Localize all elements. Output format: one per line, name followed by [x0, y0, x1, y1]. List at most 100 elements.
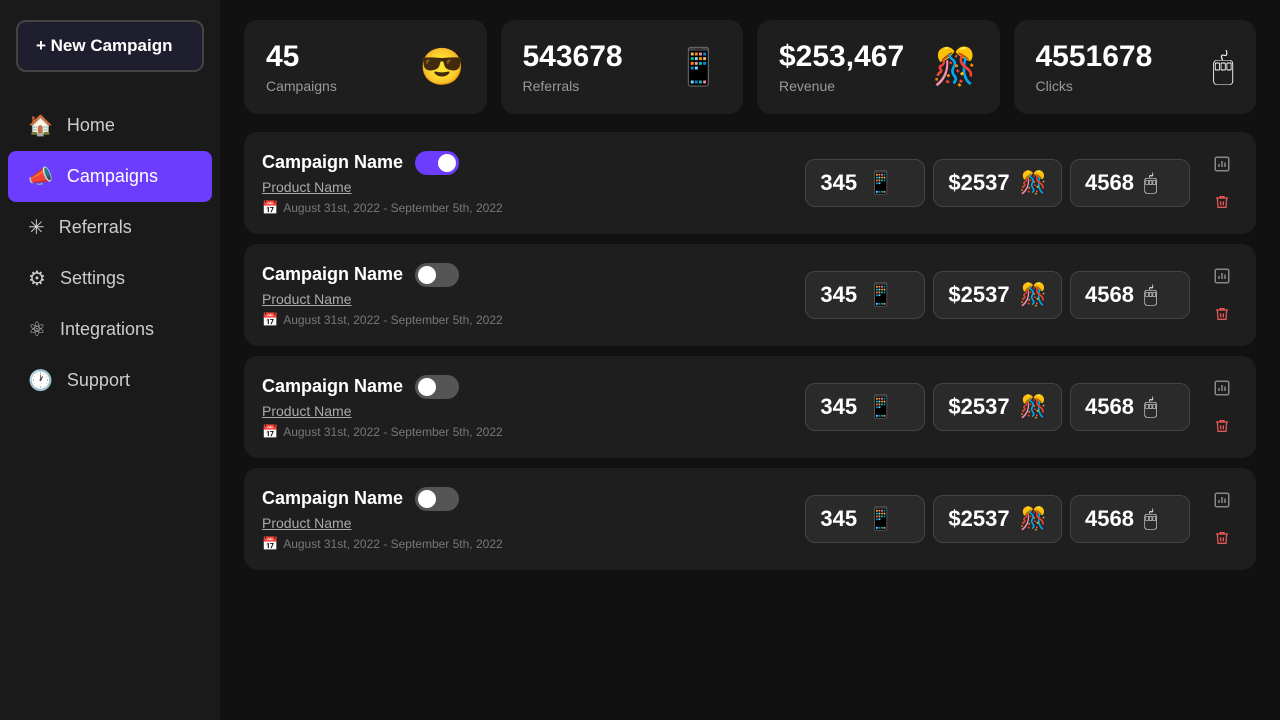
campaign-date-text: August 31st, 2022 - September 5th, 2022 [283, 313, 502, 327]
referrals-value: 345 [820, 394, 857, 420]
campaign-name: Campaign Name [262, 376, 403, 397]
view-report-button[interactable] [1206, 260, 1238, 292]
clicks-badge: 4568 🖱 [1070, 495, 1190, 543]
calendar-icon: 📅 [262, 312, 278, 328]
campaigns-icon: 📣 [28, 164, 53, 189]
campaign-card-3: Campaign Name Product Name 📅 August 31st… [244, 468, 1256, 570]
referrals-value: 345 [820, 282, 857, 308]
stat-icon: 📱 [676, 46, 721, 88]
stats-row: 45 Campaigns 😎 543678 Referrals 📱 $253,4… [244, 20, 1256, 114]
referrals-value: 345 [820, 170, 857, 196]
referrals-badge: 345 📱 [805, 271, 925, 319]
sidebar-item-label: Campaigns [67, 166, 158, 187]
campaign-name-row: Campaign Name [262, 487, 795, 511]
revenue-icon: 🎊 [1020, 394, 1047, 420]
clicks-value: 4568 [1085, 506, 1134, 532]
calendar-icon: 📅 [262, 536, 278, 552]
campaign-name-row: Campaign Name [262, 263, 795, 287]
revenue-badge: $2537 🎊 [933, 159, 1062, 207]
sidebar-item-integrations[interactable]: ⚛ Integrations [8, 304, 212, 355]
revenue-value: $2537 [948, 394, 1009, 420]
campaign-toggle[interactable] [415, 151, 459, 175]
campaign-toggle[interactable] [415, 375, 459, 399]
referrals-icon: 📱 [867, 170, 894, 196]
campaign-product[interactable]: Product Name [262, 291, 795, 307]
revenue-value: $2537 [948, 506, 1009, 532]
clicks-value: 4568 [1085, 394, 1134, 420]
new-campaign-button[interactable]: + New Campaign [16, 20, 204, 72]
campaign-toggle[interactable] [415, 263, 459, 287]
view-report-button[interactable] [1206, 484, 1238, 516]
clicks-icon: 🖱 [1144, 506, 1157, 532]
campaign-name: Campaign Name [262, 264, 403, 285]
delete-campaign-button[interactable] [1206, 186, 1238, 218]
sidebar-item-home[interactable]: 🏠 Home [8, 100, 212, 151]
campaign-info: Campaign Name Product Name 📅 August 31st… [262, 151, 795, 216]
delete-campaign-button[interactable] [1206, 410, 1238, 442]
clicks-badge: 4568 🖱 [1070, 383, 1190, 431]
referrals-icon: ✳ [28, 215, 45, 240]
toggle-knob [438, 154, 456, 172]
action-buttons [1206, 484, 1238, 554]
revenue-icon: 🎊 [1020, 282, 1047, 308]
toggle-knob [418, 378, 436, 396]
stat-value: 543678 [523, 40, 623, 74]
campaign-date: 📅 August 31st, 2022 - September 5th, 202… [262, 200, 795, 216]
campaign-date: 📅 August 31st, 2022 - September 5th, 202… [262, 536, 795, 552]
home-icon: 🏠 [28, 113, 53, 138]
revenue-badge: $2537 🎊 [933, 271, 1062, 319]
metrics-group: 345 📱 $2537 🎊 4568 🖱 [805, 383, 1190, 431]
campaign-product[interactable]: Product Name [262, 515, 795, 531]
toggle-knob [418, 266, 436, 284]
referrals-badge: 345 📱 [805, 383, 925, 431]
stat-info: $253,467 Revenue [779, 40, 904, 94]
campaign-card-2: Campaign Name Product Name 📅 August 31st… [244, 356, 1256, 458]
action-buttons [1206, 148, 1238, 218]
referrals-icon: 📱 [867, 506, 894, 532]
stat-card-3: 4551678 Clicks 🖱 [1014, 20, 1257, 114]
sidebar-item-referrals[interactable]: ✳ Referrals [8, 202, 212, 253]
campaign-date: 📅 August 31st, 2022 - September 5th, 202… [262, 312, 795, 328]
campaign-name: Campaign Name [262, 488, 403, 509]
stat-card-2: $253,467 Revenue 🎊 [757, 20, 1000, 114]
sidebar-item-label: Referrals [59, 217, 132, 238]
stat-info: 45 Campaigns [266, 40, 337, 94]
metrics-group: 345 📱 $2537 🎊 4568 🖱 [805, 159, 1190, 207]
campaign-info: Campaign Name Product Name 📅 August 31st… [262, 375, 795, 440]
clicks-icon: 🖱 [1144, 170, 1157, 196]
sidebar-item-settings[interactable]: ⚙ Settings [8, 253, 212, 304]
campaign-info: Campaign Name Product Name 📅 August 31st… [262, 487, 795, 552]
campaign-product[interactable]: Product Name [262, 179, 795, 195]
campaign-date-text: August 31st, 2022 - September 5th, 2022 [283, 201, 502, 215]
clicks-icon: 🖱 [1144, 282, 1157, 308]
campaign-date-text: August 31st, 2022 - September 5th, 2022 [283, 425, 502, 439]
campaign-card-0: Campaign Name Product Name 📅 August 31st… [244, 132, 1256, 234]
clicks-icon: 🖱 [1144, 394, 1157, 420]
campaign-product[interactable]: Product Name [262, 403, 795, 419]
view-report-button[interactable] [1206, 148, 1238, 180]
sidebar-item-support[interactable]: 🕐 Support [8, 355, 212, 406]
calendar-icon: 📅 [262, 424, 278, 440]
stat-label: Revenue [779, 78, 904, 94]
campaign-info: Campaign Name Product Name 📅 August 31st… [262, 263, 795, 328]
delete-campaign-button[interactable] [1206, 522, 1238, 554]
sidebar-item-campaigns[interactable]: 📣 Campaigns [8, 151, 212, 202]
campaign-list: Campaign Name Product Name 📅 August 31st… [244, 132, 1256, 570]
stat-value: $253,467 [779, 40, 904, 74]
clicks-value: 4568 [1085, 282, 1134, 308]
stat-info: 4551678 Clicks [1036, 40, 1153, 94]
stat-label: Clicks [1036, 78, 1153, 94]
delete-campaign-button[interactable] [1206, 298, 1238, 330]
sidebar-item-label: Settings [60, 268, 125, 289]
view-report-button[interactable] [1206, 372, 1238, 404]
revenue-icon: 🎊 [1020, 506, 1047, 532]
stat-icon: 🎊 [933, 46, 978, 88]
stat-icon: 🖱 [1212, 46, 1234, 89]
support-icon: 🕐 [28, 368, 53, 393]
campaign-toggle[interactable] [415, 487, 459, 511]
referrals-value: 345 [820, 506, 857, 532]
revenue-badge: $2537 🎊 [933, 495, 1062, 543]
referrals-badge: 345 📱 [805, 495, 925, 543]
clicks-badge: 4568 🖱 [1070, 271, 1190, 319]
clicks-badge: 4568 🖱 [1070, 159, 1190, 207]
